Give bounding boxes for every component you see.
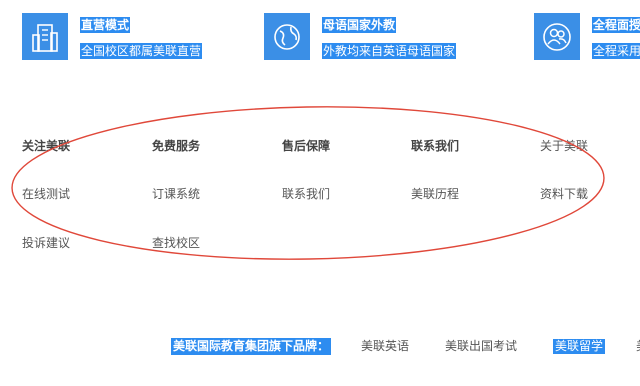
globe-icon — [264, 13, 310, 60]
nav-link-find-campus[interactable]: 查找校区 — [152, 236, 200, 250]
brand-link-study-abroad[interactable]: 美联留学 — [553, 339, 606, 354]
brands-label: 美联国际教育集团旗下品牌： — [171, 338, 332, 355]
nav-link-about-meten[interactable]: 关于美联 — [540, 139, 588, 153]
nav-heading-after-sales: 售后保障 — [282, 139, 331, 153]
feature-description: 外教均来自英语母语国家 — [322, 43, 457, 59]
feature-description: 全国校区都属美联直营 — [80, 43, 203, 59]
brand-link-english[interactable]: 美联英语 — [361, 339, 409, 354]
nav-link-booking-system[interactable]: 订课系统 — [152, 187, 200, 201]
nav-link-contact-us[interactable]: 联系我们 — [282, 187, 330, 201]
nav-link-complaints[interactable]: 投诉建议 — [22, 236, 70, 250]
brand-link-more[interactable]: 美 — [636, 339, 640, 354]
nav-link-downloads[interactable]: 资料下载 — [540, 187, 588, 201]
feature-title: 母语国家外教 — [322, 17, 397, 33]
nav-link-online-test[interactable]: 在线测试 — [22, 187, 70, 201]
building-icon — [22, 13, 68, 60]
nav-link-history[interactable]: 美联历程 — [411, 187, 459, 201]
nav-heading-contact: 联系我们 — [411, 139, 460, 153]
feature-description: 全程采用 — [592, 43, 640, 59]
feature-title: 全程面授 — [592, 17, 640, 33]
nav-heading-free-services: 免费服务 — [152, 139, 201, 153]
feature-title: 直营模式 — [80, 17, 131, 33]
nav-heading-about-us: 关注美联 — [22, 139, 71, 153]
people-icon — [534, 13, 580, 60]
brand-link-exam[interactable]: 美联出国考试 — [445, 339, 517, 354]
